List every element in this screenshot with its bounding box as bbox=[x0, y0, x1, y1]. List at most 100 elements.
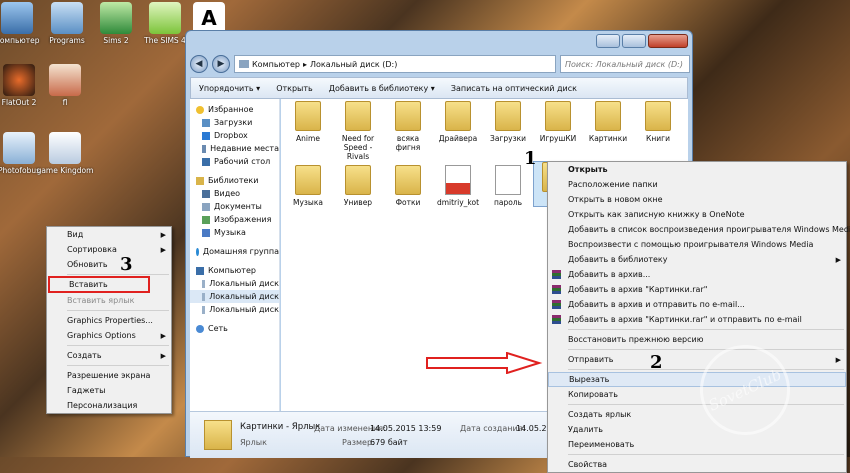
sidebar-item-recent[interactable]: Недавние места bbox=[190, 142, 279, 155]
burn-button[interactable]: Записать на оптический диск bbox=[451, 84, 577, 93]
add-to-library-button[interactable]: Добавить в библиотеку ▾ bbox=[329, 84, 435, 93]
desktop_context_menu-item[interactable]: Разрешение экрана bbox=[47, 368, 171, 383]
sidebar-item-disk-c[interactable]: Локальный диск bbox=[190, 277, 279, 290]
text-file-icon bbox=[495, 165, 521, 195]
file_context_menu-item[interactable]: Удалить bbox=[548, 422, 846, 437]
file_context_menu-item[interactable]: Копировать bbox=[548, 387, 846, 402]
desktop_context_menu-item[interactable]: Создать ▶ bbox=[47, 348, 171, 363]
menu-separator bbox=[67, 274, 169, 275]
sidebar-homegroup[interactable]: Домашняя группа bbox=[190, 245, 279, 258]
desktop_context_menu-item[interactable]: Сортировка ▶ bbox=[47, 242, 171, 257]
submenu-arrow-icon: ▶ bbox=[835, 255, 841, 264]
sidebar-item-music[interactable]: Музыка bbox=[190, 226, 279, 239]
file_context_menu-item[interactable]: Добавить в библиотеку ▶ bbox=[548, 252, 846, 267]
file-item[interactable]: пароль bbox=[486, 165, 530, 207]
sidebar-item-images[interactable]: Изображения bbox=[190, 213, 279, 226]
sidebar-item-desktop[interactable]: Рабочий стол bbox=[190, 155, 279, 168]
command-bar: Упорядочить ▾ Открыть Добавить в библиот… bbox=[190, 77, 688, 99]
file-item[interactable]: Универ bbox=[336, 165, 380, 207]
sidebar-network[interactable]: Сеть bbox=[190, 322, 279, 335]
recent-places-icon bbox=[202, 144, 207, 153]
organize-button[interactable]: Упорядочить ▾ bbox=[199, 84, 260, 93]
documents-icon bbox=[202, 202, 210, 211]
file-item[interactable]: всяка фигня bbox=[386, 101, 430, 152]
desktop_context_menu-item[interactable]: Graphics Options ▶ bbox=[47, 328, 171, 343]
sidebar-favorites[interactable]: Избранное bbox=[190, 103, 279, 116]
maximize-button[interactable] bbox=[622, 34, 646, 48]
file-item[interactable]: Картинки bbox=[586, 101, 630, 143]
sidebar-item-documents[interactable]: Документы bbox=[190, 200, 279, 213]
desktop_context_menu-item[interactable]: Персонализация bbox=[47, 398, 171, 413]
desktop-icon-fl[interactable]: fl bbox=[34, 64, 96, 107]
breadcrumb-computer[interactable]: Компьютер bbox=[252, 60, 300, 69]
desktop-icon-game-kingdom[interactable]: game Kingdom bbox=[34, 132, 96, 175]
file_context_menu-item[interactable]: Добавить в архив "Картинки.rar" bbox=[548, 282, 846, 297]
sidebar-item-dropbox[interactable]: Dropbox bbox=[190, 129, 279, 142]
sims4-icon bbox=[149, 2, 181, 34]
folder-icon bbox=[295, 165, 321, 195]
file_context_menu-item[interactable]: Создать ярлык bbox=[548, 407, 846, 422]
desktop_context_menu-item[interactable]: Гаджеты bbox=[47, 383, 171, 398]
document-icon bbox=[49, 132, 81, 164]
images-icon bbox=[202, 215, 210, 224]
file-item[interactable]: Драйвера bbox=[436, 101, 480, 143]
file_context_menu-item[interactable]: Расположение папки bbox=[548, 177, 846, 192]
sidebar-item-disk-d[interactable]: Локальный диск bbox=[190, 290, 279, 303]
file-item[interactable]: Anime bbox=[286, 101, 330, 143]
sidebar-computer[interactable]: Компьютер bbox=[190, 264, 279, 277]
file_context_menu-item[interactable]: Открыть как записную книжку в OneNote bbox=[548, 207, 846, 222]
sidebar-item-downloads[interactable]: Загрузки bbox=[190, 116, 279, 129]
folder-icon bbox=[595, 101, 621, 131]
file_context_menu-item[interactable]: Открыть в новом окне bbox=[548, 192, 846, 207]
address-bar[interactable]: Компьютер ▸ Локальный диск (D:) bbox=[234, 55, 556, 73]
close-button[interactable] bbox=[648, 34, 688, 48]
file_context_menu-item[interactable]: Открыть bbox=[548, 162, 846, 177]
sidebar-libraries[interactable]: Библиотеки bbox=[190, 174, 279, 187]
size-value: 679 байт bbox=[370, 438, 408, 447]
file-item[interactable]: Загрузки bbox=[486, 101, 530, 143]
folder-icon bbox=[345, 101, 371, 131]
folder-icon bbox=[645, 101, 671, 131]
folder-icon bbox=[51, 2, 83, 34]
file_context_menu-item[interactable]: Переименовать bbox=[548, 437, 846, 452]
file_context_menu-item[interactable]: Добавить в список воспроизведения проигр… bbox=[548, 222, 850, 237]
desktop_context_menu-item[interactable]: Вид ▶ bbox=[47, 227, 171, 242]
selected-item-type: Ярлык bbox=[240, 438, 267, 447]
file_context_menu-item[interactable]: Добавить в архив... bbox=[548, 267, 846, 282]
file_context_menu-item[interactable]: Добавить в архив "Картинки.rar" и отправ… bbox=[548, 312, 846, 327]
file-item[interactable]: Книги bbox=[636, 101, 680, 143]
back-button[interactable]: ◀ bbox=[190, 55, 208, 73]
forward-button[interactable]: ▶ bbox=[212, 55, 230, 73]
breadcrumb-drive[interactable]: Локальный диск (D:) bbox=[310, 60, 397, 69]
folder-icon bbox=[445, 101, 471, 131]
file_context_menu-item[interactable]: Воспроизвести с помощью проигрывателя Wi… bbox=[548, 237, 846, 252]
file-item[interactable]: Музыка bbox=[286, 165, 330, 207]
pdf-icon bbox=[445, 165, 471, 195]
step-label-1: 1 bbox=[524, 148, 537, 169]
file_context_menu-item[interactable]: Отправить ▶ bbox=[548, 352, 846, 367]
video-icon bbox=[202, 189, 210, 198]
search-input[interactable]: Поиск: Локальный диск (D:) bbox=[560, 55, 690, 73]
file-item[interactable]: Фотки bbox=[386, 165, 430, 207]
file_context_menu-item[interactable]: Свойства bbox=[548, 457, 846, 472]
submenu-arrow-icon: ▶ bbox=[160, 331, 166, 340]
photofobus-icon bbox=[3, 132, 35, 164]
library-icon bbox=[196, 176, 204, 185]
desktop_context_menu-item[interactable]: Вставить bbox=[48, 276, 150, 293]
file-item[interactable]: ИгрушКИ bbox=[536, 101, 580, 143]
file-item[interactable]: dmitriy_kot bbox=[436, 165, 480, 207]
winrar-icon bbox=[552, 285, 561, 294]
step-label-2: 2 bbox=[650, 352, 663, 373]
minimize-button[interactable] bbox=[596, 34, 620, 48]
file_context_menu-item[interactable]: Восстановить прежнюю версию bbox=[548, 332, 846, 347]
drive-icon bbox=[202, 305, 206, 314]
sidebar-item-disk-e[interactable]: Локальный диск bbox=[190, 303, 279, 316]
file_context_menu-item[interactable]: Вырезать bbox=[548, 372, 846, 387]
file_context_menu-item[interactable]: Добавить в архив и отправить по e-mail..… bbox=[548, 297, 846, 312]
file-item[interactable]: Need for Speed - Rivals bbox=[336, 101, 380, 161]
open-button[interactable]: Открыть bbox=[276, 84, 313, 93]
computer-icon bbox=[196, 266, 204, 275]
desktop_context_menu-item[interactable]: Graphics Properties... bbox=[47, 313, 171, 328]
sidebar-item-video[interactable]: Видео bbox=[190, 187, 279, 200]
desktop_context_menu-item[interactable]: Обновить bbox=[47, 257, 171, 272]
